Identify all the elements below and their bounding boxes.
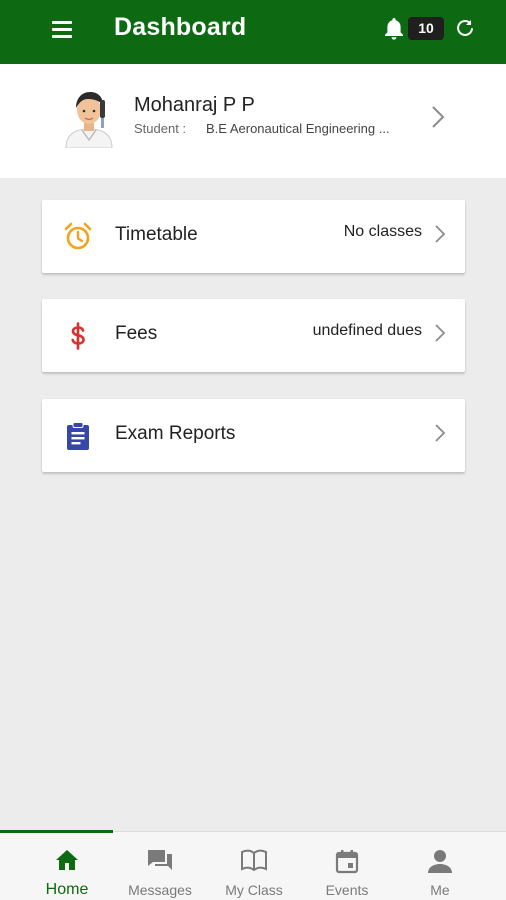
person-icon [428,850,452,873]
student-details: Student : B.E Aeronautical Engineering .… [134,121,390,136]
exam-reports-label: Exam Reports [115,423,236,444]
chevron-right-icon [434,224,446,244]
chevron-right-icon [430,104,446,130]
timetable-label: Timetable [115,224,198,245]
dollar-icon [64,321,92,351]
app-bar: Dashboard 10 [0,0,506,64]
fees-card[interactable]: Fees undefined dues [42,299,465,372]
nav-my-class-label: My Class [225,882,283,898]
notification-count-badge: 10 [408,17,444,40]
home-icon [56,850,78,870]
bottom-navigation: Home Messages My Class Events Me [0,830,506,900]
nav-messages-label: Messages [128,882,192,898]
nav-events[interactable]: Events [300,832,394,900]
student-name: Mohanraj P P [134,94,255,116]
fees-value: undefined dues [312,322,422,339]
timetable-card[interactable]: Timetable No classes [42,200,465,273]
menu-icon[interactable] [50,18,74,42]
nav-me[interactable]: Me [393,832,487,900]
clipboard-icon [64,421,92,451]
role-label: Student : [134,121,187,136]
timetable-value: No classes [343,223,422,240]
refresh-icon[interactable] [455,18,475,38]
profile-card[interactable]: Mohanraj P P Student : B.E Aeronautical … [0,64,506,178]
fees-label: Fees [115,323,158,344]
calendar-icon [335,850,359,874]
exam-reports-card[interactable]: Exam Reports [42,399,465,472]
nav-home-label: Home [45,881,89,898]
bell-icon[interactable] [382,16,406,42]
nav-my-class[interactable]: My Class [207,832,301,900]
nav-home[interactable]: Home [20,832,114,900]
chevron-right-icon [434,423,446,443]
alarm-clock-icon [64,222,92,252]
avatar [64,88,114,149]
messages-icon [148,850,172,870]
nav-events-label: Events [325,882,369,898]
course-name: B.E Aeronautical Engineering ... [206,121,390,136]
book-icon [241,849,267,872]
nav-messages[interactable]: Messages [113,832,207,900]
page-title: Dashboard [114,13,247,41]
nav-me-label: Me [430,882,450,898]
chevron-right-icon [434,323,446,343]
